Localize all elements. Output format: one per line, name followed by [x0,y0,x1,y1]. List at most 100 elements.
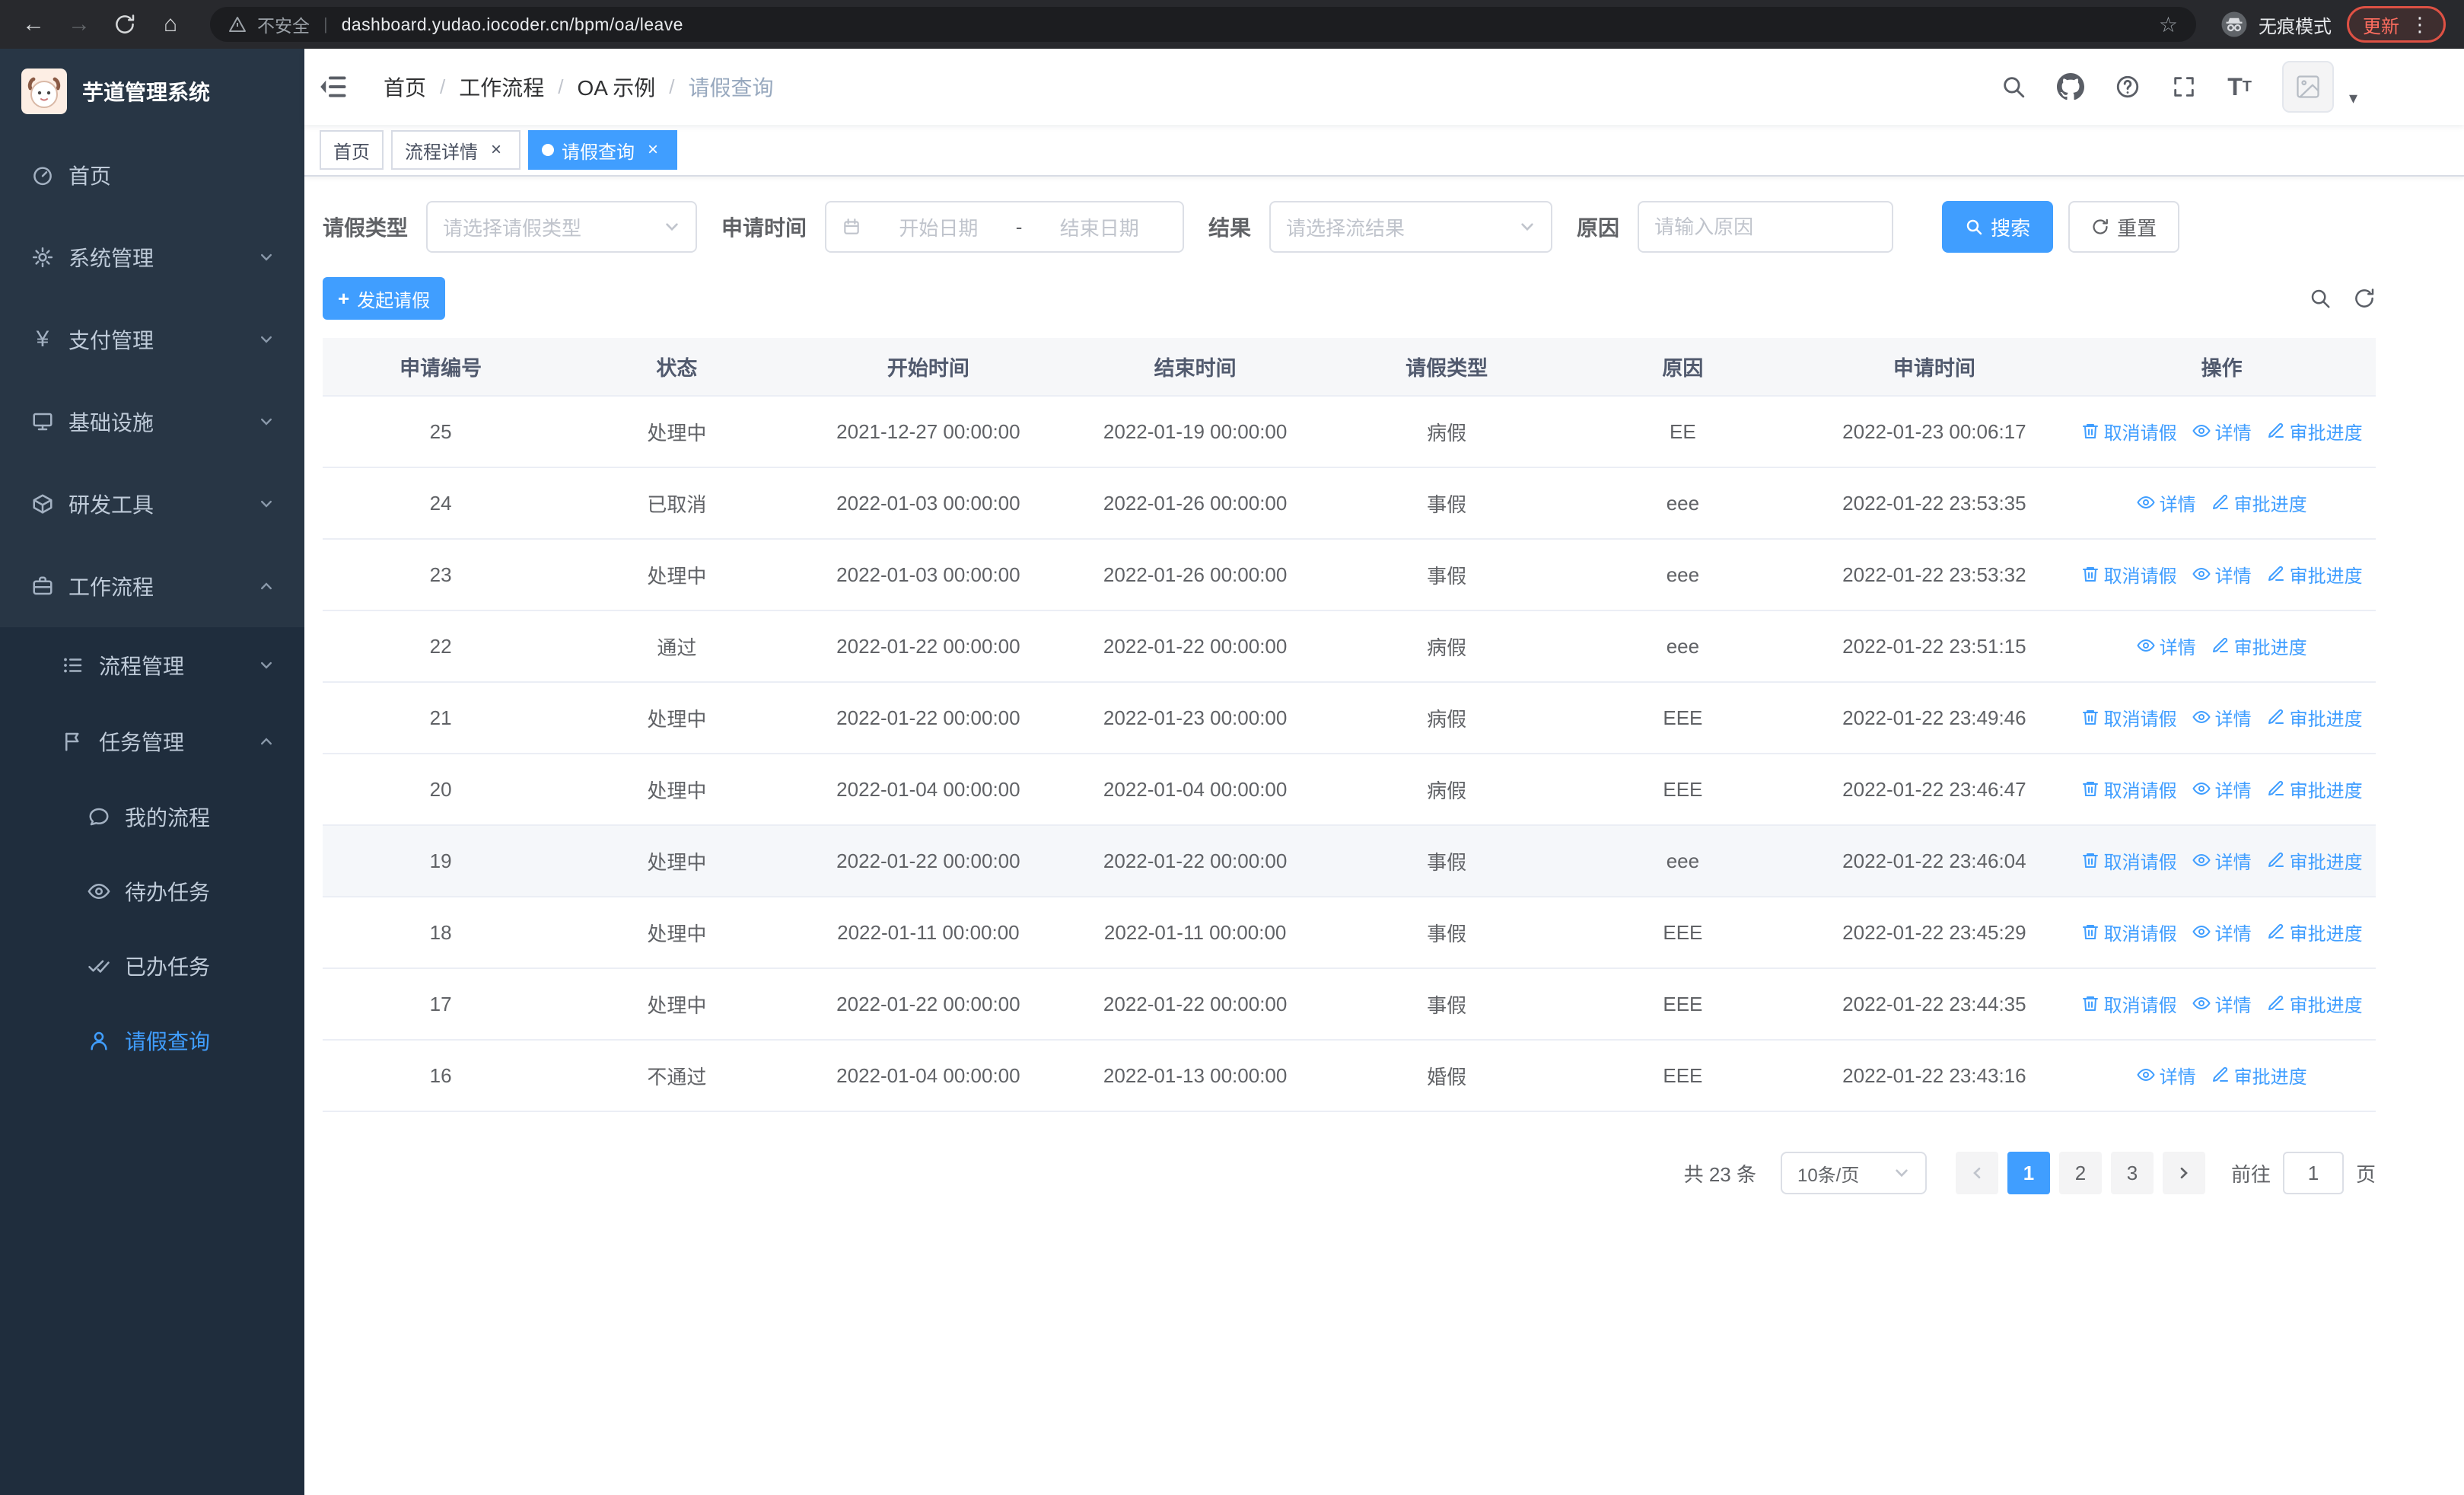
detail-link[interactable]: 详情 [2192,776,2252,802]
search-button-label: 搜索 [1991,216,2031,240]
plus-icon: + [338,287,350,310]
sidebar-item-infrastructure[interactable]: 基础设施 [0,381,304,463]
page-button-1[interactable]: 1 [2007,1152,2050,1194]
table-refresh-icon[interactable] [2353,287,2376,310]
cancel-leave-link[interactable]: 取消请假 [2081,561,2177,588]
approval-progress-link[interactable]: 审批进度 [2211,1062,2307,1089]
approval-progress-link[interactable]: 审批进度 [2267,990,2363,1017]
address-bar[interactable]: 不安全 | dashboard.yudao.iocoder.cn/bpm/oa/… [210,7,2196,42]
reset-button[interactable]: 重置 [2068,201,2180,253]
tab-process-detail[interactable]: 流程详情 × [391,130,520,170]
back-icon[interactable]: ← [18,9,49,40]
detail-link[interactable]: 详情 [2136,1062,2196,1089]
approval-progress-link[interactable]: 审批进度 [2267,418,2363,445]
cell-start-time: 2022-01-04 00:00:00 [794,1040,1062,1112]
cell-apply-id: 24 [323,467,559,540]
avatar[interactable] [2281,61,2334,113]
detail-link[interactable]: 详情 [2192,919,2252,945]
tab-leave-query[interactable]: 请假查询 × [528,130,677,170]
fullscreen-icon[interactable] [2171,74,2197,100]
sidebar-item-task-management[interactable]: 任务管理 [0,703,304,779]
detail-link[interactable]: 详情 [2192,847,2252,874]
help-icon[interactable] [2115,74,2141,100]
cell-apply-time: 2022-01-22 23:44:35 [1800,968,2068,1041]
cell-end-time: 2022-01-22 00:00:00 [1062,968,1329,1041]
search-button[interactable]: 搜索 [1942,201,2054,253]
result-select[interactable]: 请选择流结果 [1269,201,1553,253]
detail-link[interactable]: 详情 [2192,561,2252,588]
leave-type-select[interactable]: 请选择请假类型 [426,201,698,253]
close-icon[interactable]: × [485,139,507,161]
cancel-leave-link[interactable]: 取消请假 [2081,704,2177,731]
cancel-leave-link[interactable]: 取消请假 [2081,847,2177,874]
approval-progress-link[interactable]: 审批进度 [2211,489,2307,516]
approval-progress-link[interactable]: 审批进度 [2211,633,2307,659]
yen-icon: ¥ [36,327,49,352]
cell-actions: 取消请假 详情 审批进度 [2068,682,2376,754]
bookmark-star-icon[interactable]: ☆ [2159,12,2178,37]
prev-page-button[interactable] [1955,1152,1998,1194]
detail-link[interactable]: 详情 [2192,704,2252,731]
github-icon[interactable] [2057,73,2085,100]
goto-page-input[interactable] [2282,1152,2344,1194]
sidebar-item-leave-query[interactable]: 请假查询 [0,1003,304,1078]
create-leave-button[interactable]: + 发起请假 [323,277,446,320]
sidebar-item-payment-management[interactable]: ¥ 支付管理 [0,298,304,381]
approval-progress-link[interactable]: 审批进度 [2267,919,2363,945]
menu-fold-icon[interactable] [320,72,350,102]
sidebar-item-todo-tasks[interactable]: 待办任务 [0,854,304,929]
next-page-button[interactable] [2162,1152,2205,1194]
sidebar-item-done-tasks[interactable]: 已办任务 [0,929,304,1003]
sidebar-item-label: 首页 [68,164,112,188]
goto-label: 前往 [2230,1162,2271,1186]
sidebar-item-label: 已办任务 [125,955,211,979]
cell-start-time: 2021-12-27 00:00:00 [794,396,1062,468]
cancel-leave-link[interactable]: 取消请假 [2081,990,2177,1017]
approval-progress-link[interactable]: 审批进度 [2267,847,2363,874]
cell-leave-type: 病假 [1329,396,1565,468]
cell-status: 处理中 [559,682,795,754]
page-button-3[interactable]: 3 [2110,1152,2154,1194]
page-button-2[interactable]: 2 [2058,1152,2102,1194]
table-search-icon[interactable] [2309,287,2332,310]
filter-leave-type: 请假类型 请选择请假类型 [323,201,698,253]
update-chip[interactable]: 更新 ⋮ [2347,6,2446,43]
cancel-leave-link[interactable]: 取消请假 [2081,776,2177,802]
sidebar-item-process-management[interactable]: 流程管理 [0,627,304,703]
tab-label: 首页 [333,142,370,163]
table-row: 21 处理中 2022-01-22 00:00:00 2022-01-23 00:00… [323,682,2376,754]
page-size-select[interactable]: 10条/页 [1780,1152,1927,1194]
cell-reason: EE [1565,396,1801,468]
chevron-up-icon [259,734,274,749]
more-menu-icon[interactable]: ⋮ [2410,13,2430,37]
sidebar-item-system-management[interactable]: 系统管理 [0,216,304,298]
reason-input[interactable] [1638,201,1894,253]
sidebar-item-workflow[interactable]: 工作流程 [0,545,304,627]
end-date-placeholder: 结束日期 [1059,216,1139,240]
cancel-leave-link[interactable]: 取消请假 [2081,418,2177,445]
close-icon[interactable]: × [642,139,664,161]
detail-link[interactable]: 详情 [2192,418,2252,445]
sidebar-menu: 首页 系统管理 ¥ 支付管理 基础设施 研发工具 工作流程 流程管理 任务管理 … [0,134,304,1495]
avatar-caret-icon[interactable]: ▾ [2349,88,2357,113]
header-search-icon[interactable] [2001,74,2026,100]
sidebar-item-home[interactable]: 首页 [0,134,304,216]
approval-progress-link[interactable]: 审批进度 [2267,704,2363,731]
breadcrumb-home[interactable]: 首页 [384,72,426,102]
detail-link[interactable]: 详情 [2136,633,2196,659]
detail-link[interactable]: 详情 [2192,990,2252,1017]
home-icon[interactable]: ⌂ [155,9,186,40]
refresh-icon[interactable] [110,9,140,40]
apply-time-range-picker[interactable]: 开始日期 - 结束日期 [825,201,1185,253]
forward-icon[interactable]: → [64,9,94,40]
chevron-down-icon [259,332,274,347]
sidebar-item-my-process[interactable]: 我的流程 [0,779,304,854]
approval-progress-link[interactable]: 审批进度 [2267,776,2363,802]
approval-progress-link[interactable]: 审批进度 [2267,561,2363,588]
filter-reason: 原因 [1577,201,1894,253]
font-size-icon[interactable]: TT [2227,73,2252,101]
sidebar-item-devtools[interactable]: 研发工具 [0,463,304,545]
cancel-leave-link[interactable]: 取消请假 [2081,919,2177,945]
detail-link[interactable]: 详情 [2136,489,2196,516]
tab-home[interactable]: 首页 [320,130,384,170]
